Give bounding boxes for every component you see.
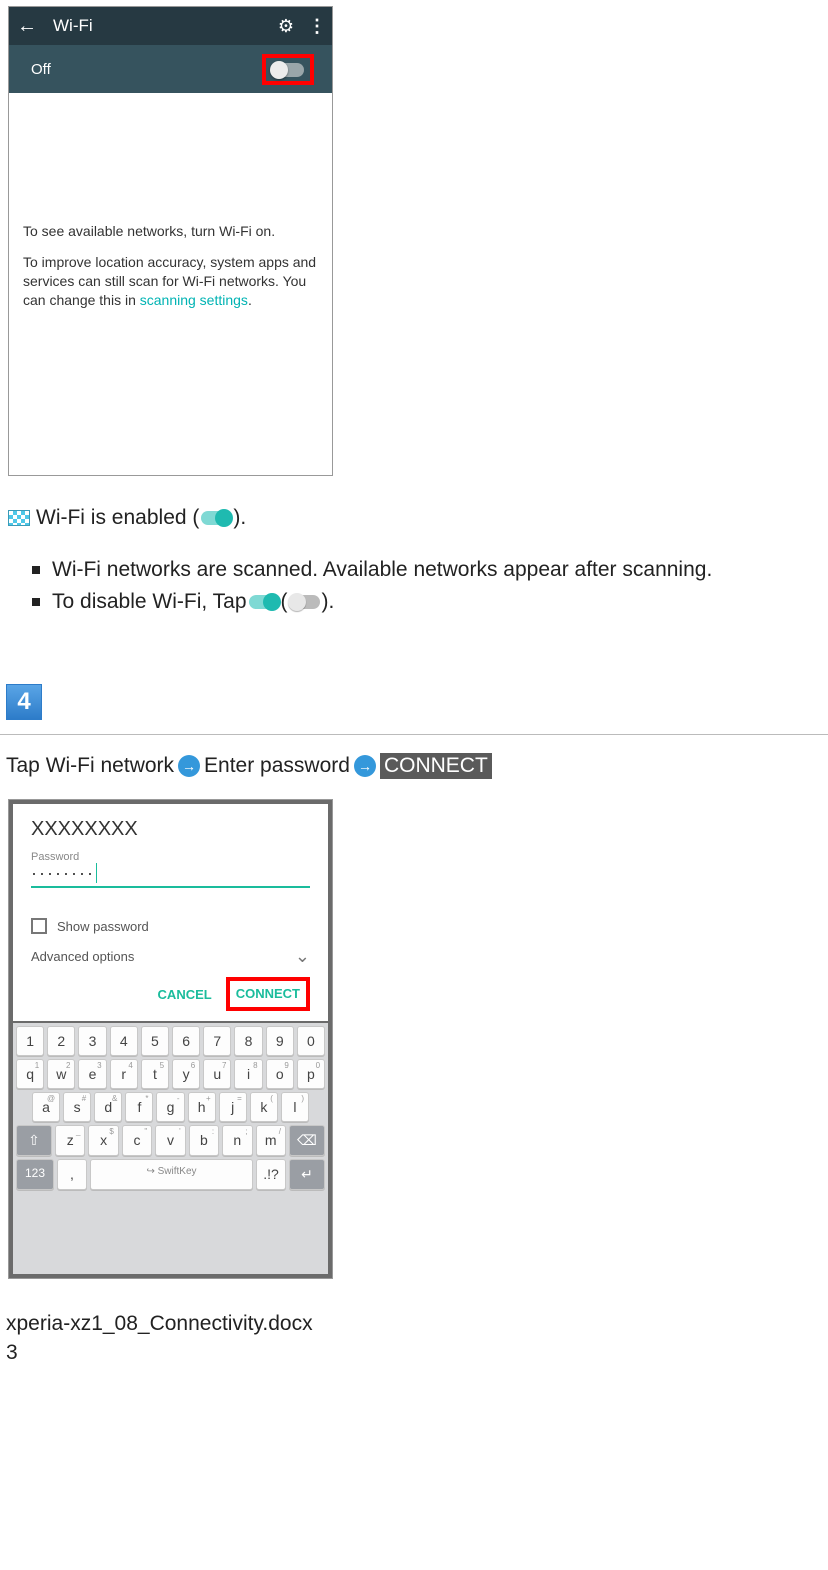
keyboard-key[interactable]: r4 [110,1059,138,1089]
keyboard-key[interactable]: f* [125,1092,153,1122]
step-4-badge: 4 [6,684,42,720]
toggle-on-icon [201,511,231,525]
keyboard-key[interactable]: o9 [266,1059,294,1089]
wifi-toggle[interactable] [272,63,304,77]
info-text-2: To improve location accuracy, system app… [23,253,318,310]
show-password-row[interactable]: Show password [31,918,310,934]
password-label: Password [31,851,310,863]
back-arrow-icon[interactable]: ← [17,15,37,38]
bullet-1: Wi-Fi networks are scanned. Available ne… [32,558,828,582]
keyboard-key[interactable]: j= [219,1092,247,1122]
keyboard-key[interactable]: .!? [256,1159,286,1190]
keyboard-key[interactable]: s# [63,1092,91,1122]
keyboard-key[interactable]: h+ [188,1092,216,1122]
network-name: XXXXXXXX [31,818,310,841]
bullet-list: Wi-Fi networks are scanned. Available ne… [32,558,828,614]
checkbox-icon[interactable] [31,918,47,934]
keyboard-key[interactable]: y6 [172,1059,200,1089]
cancel-button[interactable]: CANCEL [150,981,220,1008]
keyboard-key[interactable]: w2 [47,1059,75,1089]
arrow-right-icon: → [178,755,200,777]
keyboard-key[interactable]: 123 [16,1159,54,1190]
bullet-square-icon [32,566,40,574]
wifi-password-dialog: XXXXXXXX Password ········ Show password… [13,804,328,1021]
keyboard-key[interactable]: d& [94,1092,122,1122]
keyboard-key[interactable]: x$ [88,1125,118,1156]
keyboard-key[interactable]: v' [155,1125,185,1156]
highlight-box [262,54,314,85]
app-bar-title: Wi-Fi [53,16,278,36]
keyboard-key[interactable]: n; [222,1125,252,1156]
keyboard-key[interactable]: u7 [203,1059,231,1089]
footer: xperia-xz1_08_Connectivity.docx 3 [6,1309,828,1368]
keyboard-key[interactable]: ⇧ [16,1125,52,1156]
keyboard-key[interactable]: g- [156,1092,184,1122]
password-input[interactable]: ········ [31,863,310,888]
keyboard-key[interactable]: t5 [141,1059,169,1089]
more-dots-icon[interactable]: ⋮ [308,16,324,37]
wifi-password-screenshot: XXXXXXXX Password ········ Show password… [8,799,333,1279]
bullet-square-icon [32,598,40,606]
arrow-right-icon: → [354,755,376,777]
keyboard-key[interactable]: 5 [141,1026,169,1056]
divider [0,734,828,735]
keyboard-key[interactable]: ⌫ [289,1125,325,1156]
app-bar: ← Wi-Fi ⚙ ⋮ [9,7,332,45]
connect-label-badge: CONNECT [380,753,492,779]
keyboard-key[interactable]: m/ [256,1125,286,1156]
scanning-settings-link[interactable]: scanning settings [140,292,248,308]
keyboard-key[interactable]: p0 [297,1059,325,1089]
keyboard-key[interactable]: k( [250,1092,278,1122]
wifi-screen-body: To see available networks, turn Wi-Fi on… [9,213,332,320]
connect-button[interactable]: CONNECT [236,986,300,1001]
dialog-buttons: CANCEL CONNECT [31,977,310,1011]
keyboard-key[interactable]: 0 [297,1026,325,1056]
wifi-toggle-label: Off [31,61,51,78]
keyboard-key[interactable]: 6 [172,1026,200,1056]
step-4-instruction: Tap Wi-Fi network → Enter password → CON… [6,753,828,779]
keyboard-key[interactable]: c" [122,1125,152,1156]
chevron-down-icon: ⌄ [295,946,310,967]
keyboard-key[interactable]: 7 [203,1026,231,1056]
keyboard-key[interactable]: ↵ [289,1159,325,1190]
keyboard-key[interactable]: 3 [78,1026,106,1056]
info-text-1: To see available networks, turn Wi-Fi on… [23,223,318,239]
soft-keyboard: 1234567890 q1w2e3r4t5y6u7i8o9p0 a@s#d&f*… [13,1023,328,1274]
toggle-off-icon [290,595,320,609]
keyboard-key[interactable]: b: [189,1125,219,1156]
keyboard-key[interactable]: , [57,1159,87,1190]
filename: xperia-xz1_08_Connectivity.docx [6,1309,828,1338]
keyboard-key[interactable]: l) [281,1092,309,1122]
keyboard-key[interactable]: 4 [110,1026,138,1056]
keyboard-key[interactable]: q1 [16,1059,44,1089]
gear-icon[interactable]: ⚙ [278,16,294,37]
keyboard-key[interactable]: 8 [234,1026,262,1056]
page-number: 3 [6,1338,828,1367]
keyboard-key[interactable]: ↪ SwiftKey [90,1159,253,1190]
bullet-2: To disable Wi-Fi, Tap ( ). [32,590,828,614]
wifi-toggle-bar: Off [9,45,332,93]
highlight-box: CONNECT [226,977,310,1011]
keyboard-key[interactable]: e3 [78,1059,106,1089]
keyboard-key[interactable]: a@ [32,1092,60,1122]
keyboard-key[interactable]: 9 [266,1026,294,1056]
toggle-on-icon [249,595,279,609]
keyboard-key[interactable]: 2 [47,1026,75,1056]
flag-icon [8,510,30,526]
wifi-enabled-caption: Wi-Fi is enabled ( ). [0,506,828,530]
keyboard-key[interactable]: 1 [16,1026,44,1056]
wifi-settings-screenshot: ← Wi-Fi ⚙ ⋮ Off To see available network… [8,6,333,476]
keyboard-key[interactable]: i8 [234,1059,262,1089]
keyboard-key[interactable]: z_ [55,1125,85,1156]
advanced-options-row[interactable]: Advanced options ⌄ [31,946,310,967]
